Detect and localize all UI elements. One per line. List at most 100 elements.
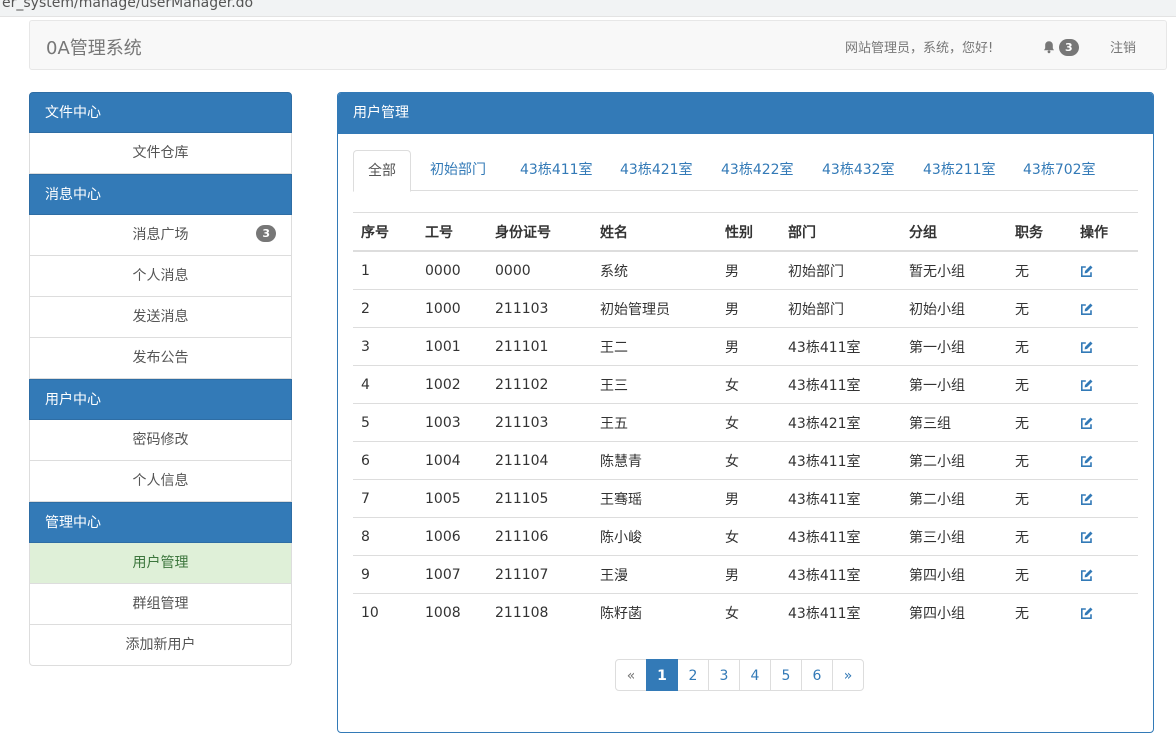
sidebar-item-user-management[interactable]: 用户管理 — [29, 543, 292, 584]
header-group: 分组 — [901, 212, 1007, 252]
table-row: 7 1005 211105 王骞瑶男 43栋411室 第二小组无 — [353, 479, 1138, 518]
edit-icon[interactable] — [1080, 492, 1094, 506]
cell-group: 第一小组 — [901, 327, 1007, 366]
cell-name: 陈籽菡 — [592, 593, 717, 631]
cell-index: 10 — [353, 593, 417, 631]
cell-id-number: 211103 — [487, 289, 592, 328]
cell-actions — [1072, 403, 1138, 442]
logout-link[interactable]: 注销 — [1110, 37, 1136, 56]
edit-icon[interactable] — [1080, 416, 1094, 430]
cell-name: 王漫 — [592, 555, 717, 594]
tab-43-432[interactable]: 43栋432室 — [822, 150, 895, 191]
edit-icon[interactable] — [1080, 378, 1094, 392]
cell-index: 4 — [353, 365, 417, 404]
cell-index: 6 — [353, 441, 417, 480]
cell-actions — [1072, 555, 1138, 594]
page-3-button[interactable]: 3 — [708, 659, 740, 691]
header-employee-id: 工号 — [417, 212, 487, 252]
sidebar-section-user-center: 用户中心 — [29, 379, 292, 420]
cell-group: 第二小组 — [901, 441, 1007, 480]
cell-gender: 女 — [717, 403, 780, 442]
cell-position: 无 — [1007, 289, 1072, 328]
cell-name: 初始管理员 — [592, 289, 717, 328]
tab-43-421[interactable]: 43栋421室 — [620, 150, 693, 191]
header-index: 序号 — [353, 212, 417, 252]
cell-name: 陈慧青 — [592, 441, 717, 480]
pagination-next[interactable]: » — [832, 659, 864, 691]
table-row: 10 1008 211108 陈籽菡女 43栋411室 第四小组无 — [353, 593, 1138, 631]
department-tabs: 全部 初始部门 43栋411室 43栋421室 43栋422室 43栋432室 … — [353, 150, 1138, 192]
tab-initial-dept[interactable]: 初始部门 — [430, 150, 486, 191]
notification-badge: 3 — [1059, 38, 1079, 56]
edit-icon[interactable] — [1080, 264, 1094, 278]
sidebar-item-personal-messages[interactable]: 个人消息 — [29, 256, 292, 297]
edit-icon[interactable] — [1080, 340, 1094, 354]
sidebar-item-group-management[interactable]: 群组管理 — [29, 584, 292, 625]
tab-43-411[interactable]: 43栋411室 — [520, 150, 593, 191]
browser-url-bar[interactable]: er_system/manage/userManager.do — [0, 0, 1176, 17]
cell-id-number: 211104 — [487, 441, 592, 480]
cell-department: 43栋411室 — [780, 555, 901, 594]
table-row: 8 1006 211106 陈小峻女 43栋411室 第三小组无 — [353, 517, 1138, 556]
edit-icon[interactable] — [1080, 302, 1094, 316]
cell-name: 王骞瑶 — [592, 479, 717, 518]
page-2-button[interactable]: 2 — [677, 659, 709, 691]
edit-icon[interactable] — [1080, 568, 1094, 582]
page-1-button[interactable]: 1 — [646, 659, 678, 691]
sidebar-section-file-center: 文件中心 — [29, 92, 292, 133]
sidebar-item-file-repository[interactable]: 文件仓库 — [29, 133, 292, 174]
cell-index: 1 — [353, 250, 417, 290]
tab-all[interactable]: 全部 — [353, 150, 411, 192]
cell-employee-id: 1004 — [417, 441, 487, 480]
notification-button[interactable]: 3 — [1042, 38, 1079, 56]
edit-icon[interactable] — [1080, 454, 1094, 468]
cell-group: 第二小组 — [901, 479, 1007, 518]
sidebar-item-message-square[interactable]: 消息广场 3 — [29, 215, 292, 256]
sidebar-item-send-message[interactable]: 发送消息 — [29, 297, 292, 338]
pagination-prev[interactable]: « — [615, 659, 647, 691]
edit-icon[interactable] — [1080, 530, 1094, 544]
cell-gender: 女 — [717, 441, 780, 480]
bell-icon — [1044, 41, 1054, 54]
cell-position: 无 — [1007, 250, 1072, 290]
sidebar-section-admin-center: 管理中心 — [29, 502, 292, 543]
cell-position: 无 — [1007, 403, 1072, 442]
cell-gender: 男 — [717, 289, 780, 328]
tab-43-211[interactable]: 43栋211室 — [923, 150, 996, 191]
cell-group: 第三小组 — [901, 517, 1007, 556]
cell-group: 初始小组 — [901, 289, 1007, 328]
brand-title[interactable]: 0A管理系统 — [46, 34, 142, 60]
cell-gender: 男 — [717, 479, 780, 518]
page-6-button[interactable]: 6 — [801, 659, 833, 691]
cell-employee-id: 0000 — [417, 250, 487, 290]
sidebar-item-change-password[interactable]: 密码修改 — [29, 420, 292, 461]
cell-actions — [1072, 250, 1138, 290]
sidebar-item-publish-notice[interactable]: 发布公告 — [29, 338, 292, 379]
cell-actions — [1072, 289, 1138, 328]
panel-title: 用户管理 — [338, 93, 1153, 134]
cell-department: 初始部门 — [780, 289, 901, 328]
header-actions: 操作 — [1072, 212, 1138, 252]
page-4-button[interactable]: 4 — [739, 659, 771, 691]
tab-43-422[interactable]: 43栋422室 — [721, 150, 794, 191]
welcome-text: 网站管理员，系统，您好! — [845, 41, 994, 56]
cell-department: 初始部门 — [780, 250, 901, 290]
cell-position: 无 — [1007, 327, 1072, 366]
message-count-badge: 3 — [256, 225, 276, 242]
header-department: 部门 — [780, 212, 901, 252]
page-5-button[interactable]: 5 — [770, 659, 802, 691]
sidebar-section-message-center: 消息中心 — [29, 174, 292, 215]
cell-id-number: 211106 — [487, 517, 592, 556]
cell-employee-id: 1006 — [417, 517, 487, 556]
edit-icon[interactable] — [1080, 606, 1094, 620]
sidebar-item-add-user[interactable]: 添加新用户 — [29, 625, 292, 666]
cell-group: 暂无小组 — [901, 250, 1007, 290]
cell-department: 43栋411室 — [780, 479, 901, 518]
sidebar-item-personal-info[interactable]: 个人信息 — [29, 461, 292, 502]
tab-43-702[interactable]: 43栋702室 — [1023, 150, 1096, 191]
user-table: 序号 工号 身份证号 姓名 性别 部门 分组 职务 操作 1 0000 0000 系统… — [353, 212, 1138, 631]
cell-actions — [1072, 441, 1138, 480]
cell-actions — [1072, 479, 1138, 518]
table-row: 9 1007 211107 王漫男 43栋411室 第四小组无 — [353, 555, 1138, 594]
cell-id-number: 211101 — [487, 327, 592, 366]
